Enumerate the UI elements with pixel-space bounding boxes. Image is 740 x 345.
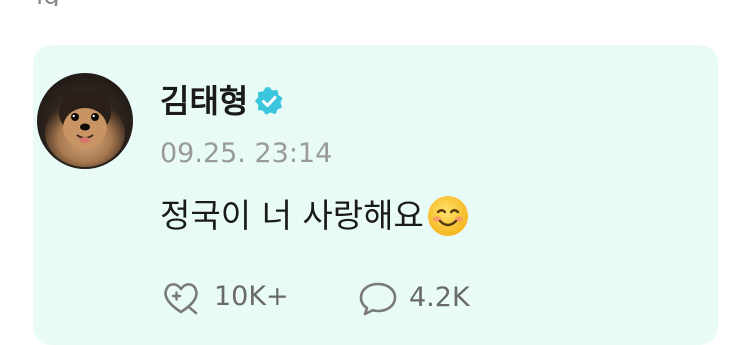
reactions-count: 10K+	[214, 281, 289, 312]
speech-bubble-icon	[357, 279, 399, 317]
verified-badge-icon	[254, 86, 284, 116]
dog-avatar-image	[37, 73, 133, 169]
post-message: 정국이 너 사랑해요	[160, 196, 424, 235]
smiling-face-icon	[426, 194, 470, 238]
comments-stat[interactable]: 4.2K	[357, 279, 470, 317]
post-body: 정국이 너 사랑해요	[160, 194, 470, 238]
comments-count: 4.2K	[409, 282, 470, 313]
reactions-stat[interactable]: 10K+	[160, 279, 289, 315]
author-row: 김태형	[160, 81, 284, 121]
post-timestamp: 09.25. 23:14	[160, 138, 333, 169]
author-name[interactable]: 김태형	[160, 81, 248, 121]
previous-post-fragment: ig	[36, 0, 156, 6]
heart-outline-icon	[160, 279, 204, 315]
author-avatar[interactable]	[37, 73, 133, 169]
